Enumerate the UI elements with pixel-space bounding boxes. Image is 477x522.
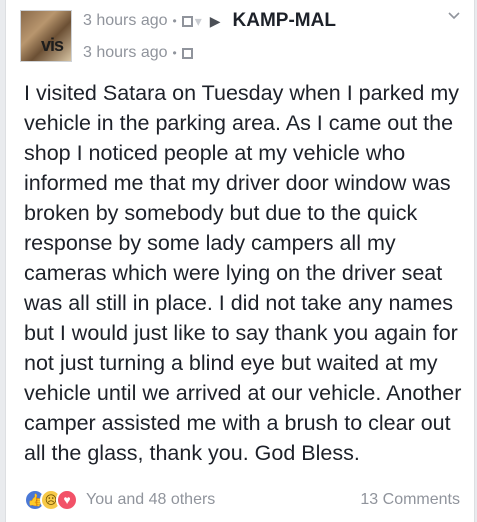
privacy-icon	[181, 15, 193, 27]
meta-dot: •	[172, 14, 177, 28]
reaction-icons[interactable]: 👍 ☹ ♥	[24, 489, 78, 511]
avatar-overlay-text: vis	[41, 35, 64, 55]
love-icon: ♥	[56, 489, 78, 511]
timestamp[interactable]: 3 hours ago	[83, 44, 168, 62]
post-body: I visited Satara on Tuesday when I parke…	[24, 81, 462, 465]
group-name[interactable]: KAMP-MAL	[233, 10, 336, 32]
post-card: vis 3 hours ago • ▾ ▶ KAMP-MAL 3 hours a…	[5, 0, 475, 522]
avatar[interactable]: vis	[20, 10, 72, 62]
ghost-text: ▾	[194, 12, 202, 29]
post-meta-row: 3 hours ago •	[83, 44, 193, 62]
arrow-icon: ▶	[209, 12, 221, 29]
privacy-icon	[181, 47, 193, 59]
post-header-row: 3 hours ago • ▾ ▶ KAMP-MAL	[83, 10, 336, 32]
meta-dot: •	[172, 46, 177, 60]
comment-count[interactable]: 13 Comments	[360, 491, 460, 509]
timestamp-ghost[interactable]: 3 hours ago	[83, 12, 168, 30]
post-footer: 👍 ☹ ♥ You and 48 others 13 Comments	[6, 485, 474, 515]
reaction-count[interactable]: You and 48 others	[86, 491, 215, 509]
chevron-down-icon[interactable]	[448, 10, 460, 22]
